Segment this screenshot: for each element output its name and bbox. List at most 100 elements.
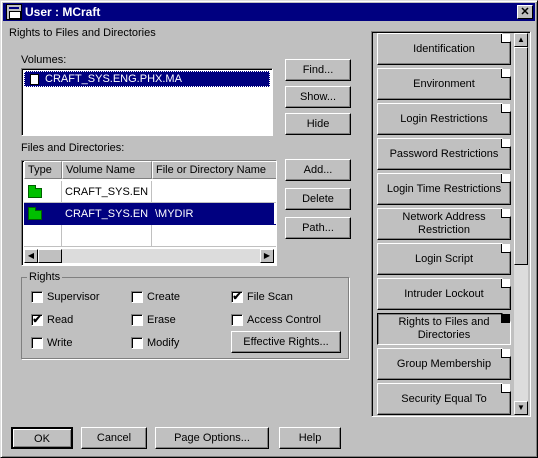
read-checkbox[interactable]: ✔ [31, 314, 43, 326]
page-corner-icon [501, 209, 510, 218]
volumes-list[interactable]: CRAFT_SYS.ENG.PHX.MA [21, 68, 273, 136]
volume-item[interactable]: CRAFT_SYS.ENG.PHX.MA [24, 71, 270, 87]
page-environment-button[interactable]: Environment [377, 68, 511, 100]
page-label: Security Equal To [401, 392, 487, 405]
page-label: Identification [413, 42, 475, 55]
page-label: Rights to Files and Directories [398, 316, 490, 341]
folder-icon [28, 207, 42, 220]
page-label: Intruder Lockout [404, 287, 484, 300]
page-corner-icon [501, 279, 510, 288]
files-table[interactable]: Type Volume Name File or Directory Name … [21, 160, 277, 266]
scroll-left-icon[interactable]: ◀ [24, 249, 38, 263]
page-login-script-button[interactable]: Login Script [377, 243, 511, 275]
write-label: Write [47, 337, 73, 349]
window-title: User : MCraft [25, 5, 101, 19]
column-header-type[interactable]: Type [24, 161, 62, 179]
scroll-thumb[interactable] [514, 47, 528, 265]
empty-cell [62, 225, 152, 247]
page-label: Login Restrictions [400, 112, 488, 125]
scroll-right-icon[interactable]: ▶ [260, 249, 274, 263]
user-details-window: User : MCraft ✕ Rights to Files and Dire… [0, 0, 538, 458]
create-label: Create [147, 291, 181, 303]
column-header-path[interactable]: File or Directory Name [152, 161, 276, 179]
scroll-thumb[interactable] [38, 249, 62, 263]
access-control-label: Access Control [247, 314, 321, 326]
horizontal-scrollbar[interactable]: ◀ ▶ [24, 249, 274, 263]
empty-cell [152, 225, 276, 247]
close-button[interactable]: ✕ [517, 5, 533, 19]
page-scrollbar[interactable]: ▲ ▼ [514, 33, 528, 415]
scroll-up-icon[interactable]: ▲ [514, 33, 528, 47]
table-row-empty [24, 225, 276, 247]
column-header-volume[interactable]: Volume Name [62, 161, 152, 179]
page-intruder-lockout-button[interactable]: Intruder Lockout [377, 278, 511, 310]
create-checkbox[interactable] [131, 291, 143, 303]
ok-button[interactable]: OK [11, 427, 73, 449]
cancel-button[interactable]: Cancel [81, 427, 147, 449]
path-cell [152, 181, 276, 203]
delete-label: Delete [302, 193, 334, 205]
add-button[interactable]: Add... [285, 159, 351, 181]
supervisor-checkbox[interactable] [31, 291, 43, 303]
page-label: Login Script [414, 252, 474, 265]
page-corner-icon [501, 349, 510, 358]
effective-rights-button[interactable]: Effective Rights... [231, 331, 341, 353]
read-label: Read [47, 314, 74, 326]
page-network-address-restriction-button[interactable]: Network Address Restriction [377, 208, 511, 240]
page-corner-icon [501, 314, 510, 323]
title-bar[interactable]: User : MCraft ✕ [3, 3, 535, 21]
server-icon [30, 74, 39, 85]
file-scan-checkbox[interactable]: ✔ [231, 291, 243, 303]
page-options-label: Page Options... [174, 432, 250, 444]
empty-cell [24, 225, 62, 247]
section-title: Rights to Files and Directories [9, 27, 156, 39]
erase-checkbox[interactable] [131, 314, 143, 326]
folder-icon [28, 185, 42, 198]
show-button[interactable]: Show... [285, 86, 351, 108]
supervisor-label: Supervisor [47, 291, 100, 303]
page-label: Password Restrictions [389, 147, 499, 160]
erase-label: Erase [147, 314, 176, 326]
path-label: Path... [302, 222, 334, 234]
page-options-button[interactable]: Page Options... [155, 427, 269, 449]
page-label: Environment [413, 77, 475, 90]
page-corner-icon [501, 174, 510, 183]
volume-cell: CRAFT_SYS.EN [62, 181, 152, 203]
add-label: Add... [303, 164, 333, 176]
hide-button[interactable]: Hide [285, 113, 351, 135]
page-label: Login Time Restrictions [386, 182, 502, 195]
page-corner-icon [501, 384, 510, 393]
page-security-equal-to-button[interactable]: Security Equal To [377, 383, 511, 415]
write-checkbox[interactable] [31, 337, 43, 349]
path-button[interactable]: Path... [285, 217, 351, 239]
show-label: Show... [299, 91, 337, 103]
type-cell [24, 203, 62, 225]
table-row-selected[interactable]: CRAFT_SYS.EN \MYDIR [24, 203, 276, 225]
type-cell [24, 181, 62, 203]
page-corner-icon [501, 69, 510, 78]
modify-checkbox[interactable] [131, 337, 143, 349]
page-label: Group Membership [396, 357, 492, 370]
page-corner-icon [501, 104, 510, 113]
page-rights-to-files-button[interactable]: Rights to Files and Directories [377, 313, 511, 345]
page-label: Network Address Restriction [402, 211, 486, 236]
find-label: Find... [302, 64, 334, 76]
page-login-time-restrictions-button[interactable]: Login Time Restrictions [377, 173, 511, 205]
scroll-down-icon[interactable]: ▼ [514, 401, 528, 415]
volumes-label: Volumes: [21, 54, 67, 66]
path-cell: \MYDIR [152, 203, 276, 225]
page-login-restrictions-button[interactable]: Login Restrictions [377, 103, 511, 135]
volume-cell: CRAFT_SYS.EN [62, 203, 152, 225]
app-icon [6, 4, 22, 20]
help-button[interactable]: Help [279, 427, 341, 449]
page-identification-button[interactable]: Identification [377, 33, 511, 65]
rights-label: Rights [27, 271, 63, 283]
find-button[interactable]: Find... [285, 59, 351, 81]
page-group-membership-button[interactable]: Group Membership [377, 348, 511, 380]
file-scan-label: File Scan [247, 291, 293, 303]
delete-button[interactable]: Delete [285, 188, 351, 210]
help-label: Help [298, 432, 322, 444]
access-control-checkbox[interactable] [231, 314, 243, 326]
page-password-restrictions-button[interactable]: Password Restrictions [377, 138, 511, 170]
table-row[interactable]: CRAFT_SYS.EN [24, 181, 276, 203]
